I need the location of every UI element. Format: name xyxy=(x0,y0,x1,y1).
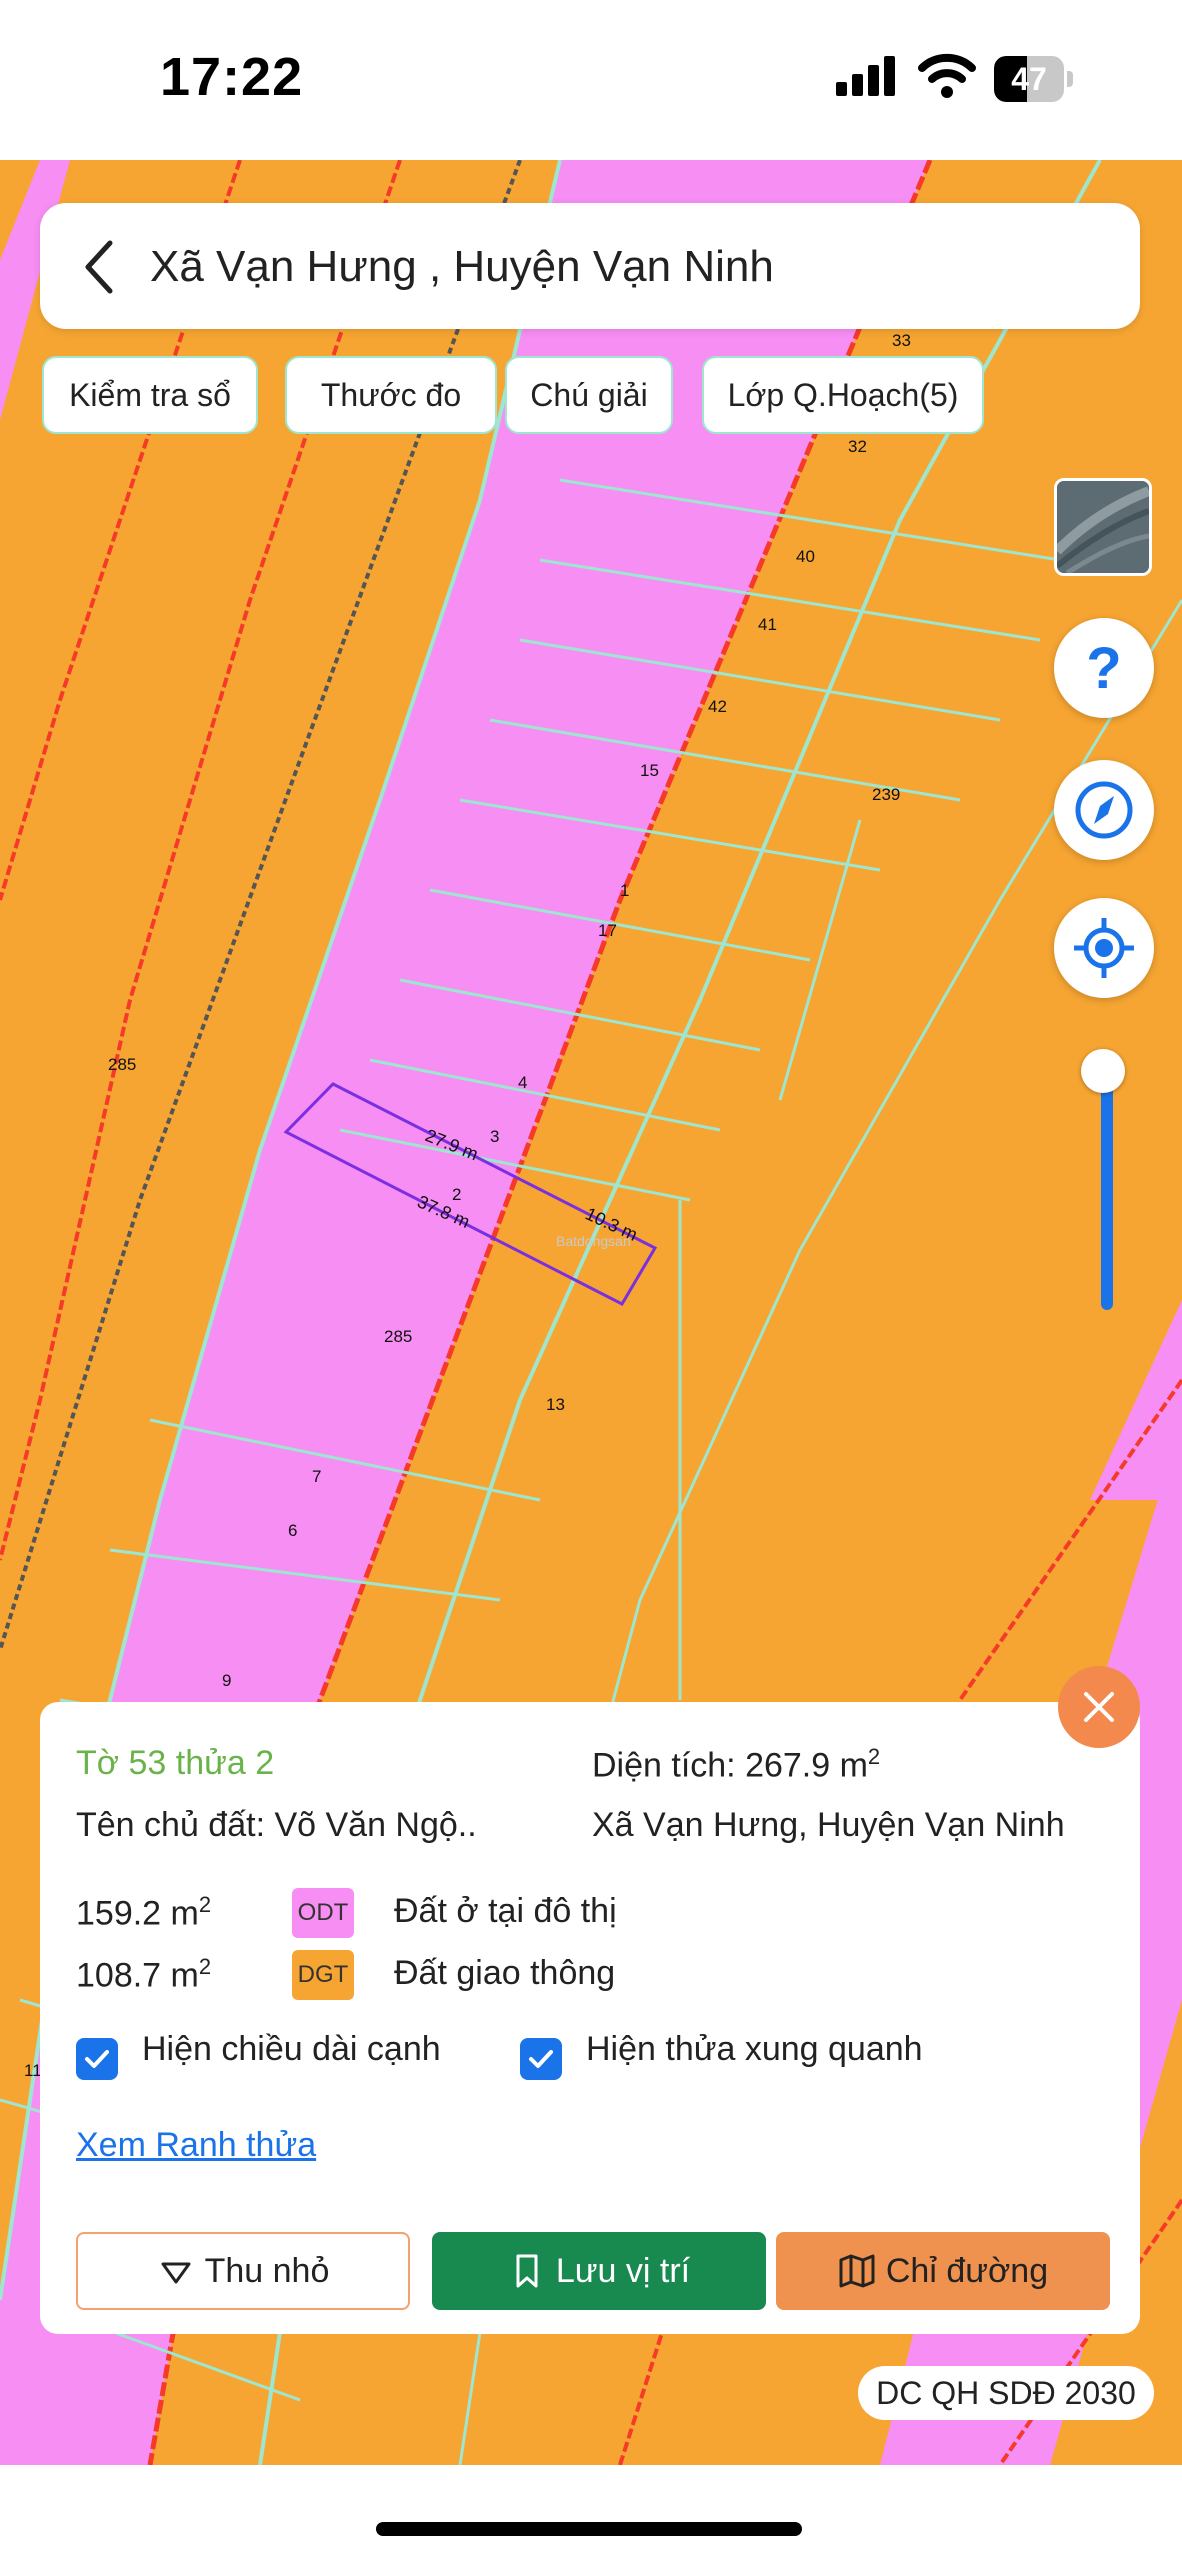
plot-number: 42 xyxy=(708,697,727,716)
collapse-button[interactable]: Thu nhỏ xyxy=(76,2232,410,2310)
wifi-icon xyxy=(918,53,976,98)
view-boundary-link[interactable]: Xem Ranh thửa xyxy=(76,2126,316,2165)
ruler-button[interactable]: Thước đo xyxy=(285,356,497,434)
zoom-slider-thumb[interactable] xyxy=(1081,1048,1125,1093)
plot-number: 7 xyxy=(312,1467,321,1486)
directions-button[interactable]: Chỉ đường xyxy=(776,2232,1110,2310)
directions-label: Chỉ đường xyxy=(885,2251,1049,2290)
show-neighbors-label[interactable]: Hiện thửa xung quanh xyxy=(586,2030,923,2069)
plot-number: 2 xyxy=(452,1185,461,1204)
compass-button[interactable] xyxy=(1054,760,1154,860)
locate-icon xyxy=(1074,918,1134,978)
battery-level: 47 xyxy=(1011,61,1047,97)
close-icon xyxy=(1084,1692,1114,1722)
compass-icon xyxy=(1075,781,1133,839)
close-panel-button[interactable] xyxy=(1058,1666,1140,1748)
plot-number: 32 xyxy=(848,437,867,456)
plot-number: 285 xyxy=(384,1327,412,1346)
satellite-layer-button[interactable] xyxy=(1054,478,1152,576)
my-location-button[interactable] xyxy=(1054,898,1154,998)
plot-number: 15 xyxy=(640,761,659,780)
map-watermark: Batdongsan xyxy=(556,1233,631,1249)
home-indicator[interactable] xyxy=(376,2522,802,2536)
planning-layers-button[interactable]: Lớp Q.Hoạch(5) xyxy=(702,356,984,434)
status-bar: 17:22 47 xyxy=(0,0,1182,160)
help-button[interactable]: ? xyxy=(1054,618,1154,718)
plot-number: 3 xyxy=(490,1127,499,1146)
plot-number: 4 xyxy=(518,1073,527,1092)
satellite-thumbnail-icon xyxy=(1057,481,1149,573)
zoom-slider-track[interactable] xyxy=(1101,1058,1113,1310)
legend-button[interactable]: Chú giải xyxy=(505,356,673,434)
plot-number: 9 xyxy=(222,1671,231,1690)
plot-id: Tờ 53 thửa 2 xyxy=(76,1744,275,1782)
cellular-signal-icon xyxy=(836,56,895,96)
check-certificate-button[interactable]: Kiểm tra sổ xyxy=(42,356,258,434)
battery-icon: 47 xyxy=(994,56,1074,102)
map-layer-badge: DC QH SDĐ 2030 xyxy=(858,2366,1154,2420)
plot-number: 285 xyxy=(108,1055,136,1074)
map-icon xyxy=(839,2254,875,2288)
triangle-down-icon xyxy=(161,2262,191,2284)
back-chevron-icon[interactable] xyxy=(80,237,120,297)
total-area: Diện tích: 267.9 m2 xyxy=(592,1744,881,1785)
plot-number: 17 xyxy=(598,921,617,940)
parcel-info-panel: Tờ 53 thửa 2 Diện tích: 267.9 m2 Tên chủ… xyxy=(40,1702,1140,2334)
parcel-address: Xã Vạn Hưng, Huyện Vạn Ninh xyxy=(592,1806,1065,1844)
show-edge-lengths-checkbox[interactable] xyxy=(76,2038,118,2080)
save-location-button[interactable]: Lưu vị trí xyxy=(432,2232,766,2310)
collapse-label: Thu nhỏ xyxy=(204,2251,330,2290)
plot-number: 33 xyxy=(892,331,911,350)
plot-number: 11 xyxy=(24,2061,42,2080)
plot-number: 40 xyxy=(796,547,815,566)
plot-number: 6 xyxy=(288,1521,297,1540)
show-edge-lengths-label[interactable]: Hiện chiều dài cạnh xyxy=(142,2030,441,2069)
land-use-area: 159.2 m2 xyxy=(76,1892,212,1933)
bookmark-icon xyxy=(516,2254,538,2288)
plot-number: 41 xyxy=(758,615,777,634)
checkmark-icon xyxy=(529,2050,553,2068)
location-title: Xã Vạn Hưng , Huyện Vạn Ninh xyxy=(150,242,774,291)
save-location-label: Lưu vị trí xyxy=(555,2251,691,2290)
land-use-name: Đất ở tại đô thị xyxy=(394,1892,617,1930)
land-use-code-badge: DGT xyxy=(292,1950,354,2000)
svg-text:?: ? xyxy=(1086,636,1121,700)
land-use-name: Đất giao thông xyxy=(394,1954,616,1992)
help-icon: ? xyxy=(1086,636,1121,700)
checkmark-icon xyxy=(85,2050,109,2068)
plot-number: 239 xyxy=(872,785,900,804)
location-header[interactable]: Xã Vạn Hưng , Huyện Vạn Ninh xyxy=(40,203,1140,329)
owner-name: Tên chủ đất: Võ Văn Ngộ.. xyxy=(76,1806,477,1844)
plot-number: 13 xyxy=(546,1395,565,1414)
status-time: 17:22 xyxy=(160,47,304,107)
land-use-code-badge: ODT xyxy=(292,1888,354,1938)
show-neighbors-checkbox[interactable] xyxy=(520,2038,562,2080)
land-use-area: 108.7 m2 xyxy=(76,1954,212,1995)
plot-number: 1 xyxy=(620,881,629,900)
